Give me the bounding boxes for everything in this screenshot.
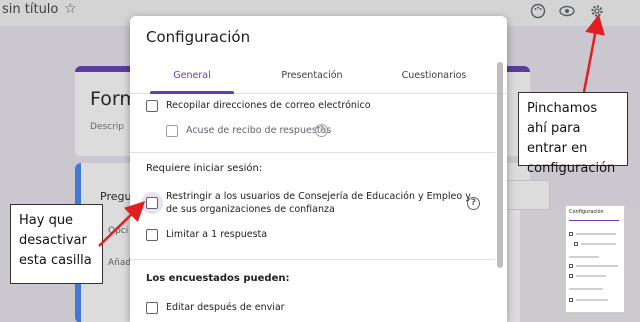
section-divider	[130, 152, 495, 153]
edit-after-submit-label: Editar después de enviar	[166, 302, 285, 313]
thumbnail-checkbox	[569, 274, 573, 278]
thumbnail-text-line	[581, 243, 616, 245]
thumbnail-title: Configuración	[569, 209, 604, 215]
tab-presentation[interactable]: Presentación	[270, 70, 354, 81]
scrollbar[interactable]	[497, 62, 503, 322]
annotation-left: Hay que desactivar esta casilla	[10, 204, 103, 284]
dialog-thumbnail: Configuración	[565, 205, 625, 313]
thumbnail-text-line	[576, 265, 618, 267]
thumbnail-text-line	[576, 299, 608, 301]
collect-emails-label: Recopilar direcciones de correo electrón…	[166, 100, 371, 111]
restrict-users-label: Restringir a los usuarios de Consejería …	[166, 191, 471, 215]
thumbnail-tab-line	[569, 220, 619, 221]
thumbnail-checkbox	[569, 232, 573, 236]
tab-quizzes[interactable]: Cuestionarios	[392, 70, 476, 81]
tab-general[interactable]: General	[150, 70, 234, 81]
thumbnail-text-line	[569, 256, 599, 258]
annotation-right: Pinchamos ahí para entrar en configuraci…	[518, 92, 628, 176]
limit-one-response-label: Limitar a 1 respuesta	[166, 229, 268, 240]
active-tab-indicator	[150, 91, 234, 94]
respondents-can-heading: Los encuestados pueden:	[146, 273, 290, 284]
thumbnail-checkbox	[569, 298, 573, 302]
thumbnail-text-line	[576, 233, 616, 235]
limit-one-response-checkbox[interactable]	[146, 229, 158, 241]
require-signin-heading: Requiere iniciar sesión:	[146, 163, 263, 174]
dialog-title: Configuración	[146, 28, 251, 46]
thumbnail-text-line	[576, 275, 606, 277]
response-receipt-label: Acuse de recibo de respuestas	[186, 125, 332, 136]
thumbnail-text-line	[569, 288, 603, 290]
receipt-help-icon[interactable]: ?	[315, 124, 328, 137]
edit-after-submit-checkbox[interactable]	[146, 302, 158, 314]
scrollbar-thumb[interactable]	[497, 62, 503, 268]
collect-emails-checkbox[interactable]	[146, 100, 158, 112]
settings-dialog: Configuración General Presentación Cuest…	[130, 16, 507, 322]
tab-bar: General Presentación Cuestionarios	[130, 60, 507, 94]
restrict-users-checkbox[interactable]	[146, 197, 158, 209]
thumbnail-checkbox	[574, 242, 578, 246]
thumbnail-checkbox	[569, 264, 573, 268]
response-receipt-checkbox[interactable]	[166, 125, 178, 137]
restrict-help-icon[interactable]: ?	[467, 197, 480, 210]
section-divider	[130, 259, 495, 260]
